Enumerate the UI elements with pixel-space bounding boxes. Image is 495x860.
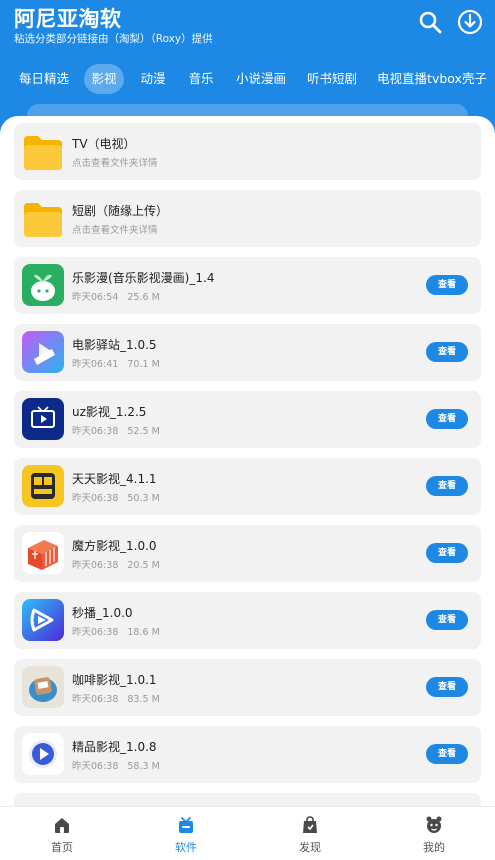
kafei-app-icon (22, 666, 64, 708)
nav-label: 发现 (299, 841, 321, 854)
app-item[interactable]: 天天影视_4.1.1 昨天06:38 50.3 M 查看 (14, 458, 481, 515)
file-size: 18.6 M (127, 627, 160, 638)
app-name: 精品影视_1.0.8 (72, 740, 157, 754)
file-list: TV（电视） 点击查看文件夹详情 短剧（随缘上传） 点击查看文件夹详情 乐影漫(… (0, 116, 495, 806)
app-name: 咖啡影视_1.0.1 (72, 673, 157, 687)
view-button[interactable]: 查看 (426, 476, 468, 496)
profile-icon (426, 816, 442, 833)
folder-hint: 点击查看文件夹详情 (72, 158, 158, 169)
view-button[interactable]: 查看 (426, 610, 468, 630)
app-item[interactable]: 乐影漫(音乐影视漫画)_1.4 昨天06:54 25.6 M 查看 (14, 257, 481, 314)
tab-daily-picks[interactable]: 每日精选 (12, 64, 76, 94)
app-item[interactable]: 魔方影视_1.0.0 昨天06:38 20.5 M 查看 (14, 525, 481, 582)
upload-time: 昨天06:38 (72, 761, 119, 772)
discover-icon (303, 816, 317, 833)
upload-time: 昨天06:38 (72, 426, 119, 437)
app-meta: 昨天06:38 83.5 M (72, 691, 160, 705)
app-meta: 昨天06:54 25.6 M (72, 289, 160, 303)
app-meta: 昨天06:38 20.5 M (72, 557, 160, 571)
download-icon[interactable] (457, 9, 483, 35)
nav-home[interactable]: 首页 (0, 807, 124, 860)
file-size: 50.3 M (127, 493, 160, 504)
view-button[interactable]: 查看 (426, 275, 468, 295)
view-button[interactable]: 查看 (426, 342, 468, 362)
tiantian-app-icon (22, 465, 64, 507)
tab-audiobooks-shorts[interactable]: 听书短剧 (300, 64, 364, 94)
upload-time: 昨天06:38 (72, 694, 119, 705)
app-title: 阿尼亚淘软 (14, 7, 122, 31)
folder-hint: 点击查看文件夹详情 (72, 225, 158, 236)
software-icon (179, 817, 193, 833)
view-button[interactable]: 查看 (426, 543, 468, 563)
app-item[interactable]: uz影视_1.2.5 昨天06:38 52.5 M 查看 (14, 391, 481, 448)
tab-novels-comics[interactable]: 小说漫画 (230, 64, 292, 94)
app-name: 乐影漫(音乐影视漫画)_1.4 (72, 271, 215, 285)
folder-icon (22, 130, 64, 172)
file-size: 70.1 M (127, 359, 160, 370)
app-item[interactable]: 秒播_1.0.0 昨天06:38 18.6 M 查看 (14, 592, 481, 649)
app-item[interactable]: 电影驿站_1.0.5 昨天06:41 70.1 M 查看 (14, 324, 481, 381)
file-size: 83.5 M (127, 694, 160, 705)
app-name: 电影驿站_1.0.5 (72, 338, 157, 352)
app-meta: 昨天06:38 18.6 M (72, 624, 160, 638)
app-meta: 昨天06:38 58.3 M (72, 758, 160, 772)
app-item-partial[interactable] (14, 793, 481, 806)
upload-time: 昨天06:38 (72, 493, 119, 504)
folder-icon (22, 197, 64, 239)
app-item[interactable]: 精品影视_1.0.8 昨天06:38 58.3 M 查看 (14, 726, 481, 783)
file-size: 58.3 M (127, 761, 160, 772)
folder-name: 短剧（随缘上传） (72, 204, 169, 218)
search-icon[interactable] (417, 9, 443, 35)
tab-music[interactable]: 音乐 (181, 64, 221, 94)
nav-software[interactable]: 软件 (124, 807, 248, 860)
category-tabs: 每日精选 影视 动漫 音乐 小说漫画 听书短剧 电视直播tvbox壳子 (0, 64, 495, 94)
jingpin-app-icon (22, 733, 64, 775)
app-subtitle: 粘选分类部分链接由（淘梨）（Roxy）提供 (14, 33, 213, 45)
folder-item[interactable]: TV（电视） 点击查看文件夹详情 (14, 123, 481, 180)
upload-time: 昨天06:38 (72, 627, 119, 638)
app-name: 秒播_1.0.0 (72, 606, 133, 620)
uz-tv-app-icon (22, 398, 64, 440)
app-name: 天天影视_4.1.1 (72, 472, 157, 486)
dianyingyizhan-app-icon (22, 331, 64, 373)
app-meta: 昨天06:38 50.3 M (72, 490, 160, 504)
folder-name: TV（电视） (72, 137, 136, 151)
app-meta: 昨天06:38 52.5 M (72, 423, 160, 437)
miaobo-app-icon (22, 599, 64, 641)
app-name: uz影视_1.2.5 (72, 405, 147, 419)
view-button[interactable]: 查看 (426, 677, 468, 697)
app-header: 阿尼亚淘软 粘选分类部分链接由（淘梨）（Roxy）提供 每日精选 影视 动漫 音… (0, 0, 495, 134)
tab-tv-live[interactable]: 电视直播tvbox壳子 (376, 64, 488, 94)
app-name: 魔方影视_1.0.0 (72, 539, 157, 553)
tab-anime[interactable]: 动漫 (133, 64, 173, 94)
app-item[interactable]: 咖啡影视_1.0.1 昨天06:38 83.5 M 查看 (14, 659, 481, 716)
view-button[interactable]: 查看 (426, 409, 468, 429)
file-size: 25.6 M (127, 292, 160, 303)
folder-item[interactable]: 短剧（随缘上传） 点击查看文件夹详情 (14, 190, 481, 247)
nav-label: 首页 (51, 841, 73, 854)
bottom-navigation: 首页 软件 发现 我的 (0, 806, 495, 860)
mofang-app-icon (22, 532, 64, 574)
file-size: 20.5 M (127, 560, 160, 571)
view-button[interactable]: 查看 (426, 744, 468, 764)
tab-movies[interactable]: 影视 (84, 64, 124, 94)
upload-time: 昨天06:54 (72, 292, 119, 303)
nav-discover[interactable]: 发现 (248, 807, 372, 860)
nav-label: 我的 (423, 841, 445, 854)
upload-time: 昨天06:41 (72, 359, 119, 370)
file-size: 52.5 M (127, 426, 160, 437)
nav-label: 软件 (175, 841, 197, 854)
nav-profile[interactable]: 我的 (372, 807, 495, 860)
upload-time: 昨天06:38 (72, 560, 119, 571)
app-meta: 昨天06:41 70.1 M (72, 356, 160, 370)
leyingman-app-icon (22, 264, 64, 306)
home-icon (55, 818, 69, 833)
